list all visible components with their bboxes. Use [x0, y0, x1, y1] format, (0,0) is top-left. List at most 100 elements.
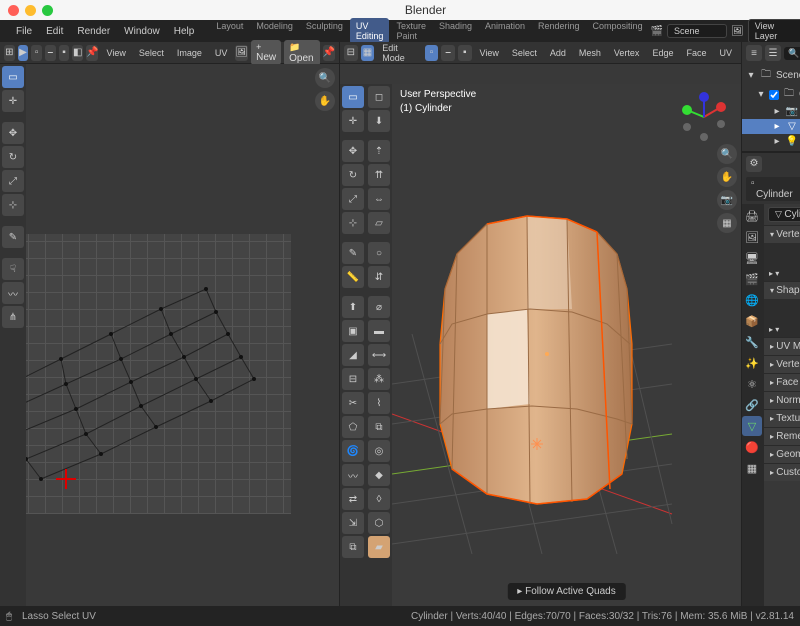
tab-viewlayer[interactable]: 🖥 — [742, 248, 762, 268]
tool-measure[interactable]: 📏 — [342, 266, 364, 288]
collection-checkbox[interactable] — [769, 90, 779, 100]
tool-duplicate[interactable]: ⧉ — [368, 416, 390, 438]
new-image-button[interactable]: + New — [251, 40, 281, 65]
tree-collection[interactable]: ▾🗀Collection 👁 — [742, 85, 800, 104]
tool-more1[interactable]: ◆ — [368, 464, 390, 486]
uv-selmode-vertex-icon[interactable]: ▫ — [31, 45, 42, 61]
uv-sync-icon[interactable]: ▶ — [18, 45, 29, 61]
viewport-3d[interactable]: User Perspective (1) Cylinder 🔍 ✋ 📷 ▦ — [392, 84, 741, 606]
tool-vertex-slide[interactable]: ⟷ — [368, 344, 390, 366]
tool-select[interactable]: ▭ — [342, 86, 364, 108]
uv-menu-select[interactable]: Select — [134, 48, 169, 58]
panel-texture-space[interactable]: Texture Space — [764, 409, 800, 427]
tool-annotate-3d[interactable]: ✎ — [342, 242, 364, 264]
editor-type-icon[interactable]: ⊞ — [4, 45, 15, 61]
viewlayer-field[interactable]: View Layer — [748, 19, 800, 43]
tool-annotate[interactable]: ✎ — [2, 226, 24, 248]
tool-transform-3d[interactable]: ⊹ — [342, 212, 364, 234]
tool-rotate[interactable]: ↻ — [2, 146, 24, 168]
tool-screw[interactable]: ⌇ — [368, 392, 390, 414]
menu-edit[interactable]: Edit — [40, 24, 69, 39]
tab-modifiers[interactable]: 🔧 — [742, 332, 762, 352]
tool-loopcut[interactable]: ⊟ — [342, 368, 364, 390]
tool-more3[interactable]: ⬡ — [368, 512, 390, 534]
tab-object[interactable]: 📦 — [742, 311, 762, 331]
mesh-name-field[interactable]: ▽ Cylinder — [768, 207, 800, 222]
ws-animation[interactable]: Animation — [479, 18, 531, 44]
uv-selmode-edge-icon[interactable]: ⎯ — [45, 45, 56, 61]
outliner-search[interactable]: 🔍 — [784, 47, 800, 60]
ws-texture-paint[interactable]: Texture Paint — [390, 18, 432, 44]
panel-shape-keys[interactable]: Shape Keys — [764, 281, 800, 299]
tool-move-3d[interactable]: ✥ — [342, 140, 364, 162]
pin-icon[interactable]: 📌 — [323, 45, 335, 61]
crumb-object[interactable]: ▫ Cylinder — [746, 177, 800, 201]
tool-cursor-3d[interactable]: ✛ — [342, 110, 364, 132]
tool-pinch[interactable]: ⋔ — [2, 306, 24, 328]
uv-pan-icon[interactable]: ✋ — [315, 91, 335, 111]
vp-menu-select[interactable]: Select — [507, 48, 542, 58]
vp-menu-vertex[interactable]: Vertex — [609, 48, 645, 58]
tool-offset-edge[interactable]: ⇔ — [368, 188, 390, 210]
maximize-window-button[interactable] — [42, 5, 53, 16]
menu-file[interactable]: File — [10, 24, 38, 39]
tree-item-light[interactable]: ▸💡Light 👁 — [742, 134, 800, 149]
scene-field[interactable]: Scene — [667, 24, 727, 38]
uv-menu-view[interactable]: View — [101, 48, 130, 58]
tab-output[interactable]: 🖼 — [742, 227, 762, 247]
tool-inset[interactable]: ▣ — [342, 320, 364, 342]
open-image-button[interactable]: 📁 Open — [284, 40, 319, 66]
uv-viewport[interactable]: 🔍 ✋ — [26, 64, 339, 606]
tool-select-box[interactable]: ▭ — [2, 66, 24, 88]
tool-relax[interactable]: 〰 — [2, 282, 24, 304]
minimize-window-button[interactable] — [25, 5, 36, 16]
outliner-display-icon[interactable]: ☰ — [765, 45, 781, 61]
uv-selmode-face-icon[interactable]: ▪ — [59, 45, 70, 61]
tab-world[interactable]: 🌐 — [742, 290, 762, 310]
tab-physics[interactable]: ⚛ — [742, 374, 762, 394]
uv-menu-uv[interactable]: UV — [210, 48, 233, 58]
tool-transform[interactable]: ⊹ — [2, 194, 24, 216]
tool-extrude-normal[interactable]: ⇡ — [368, 140, 390, 162]
vp-menu-uv[interactable]: UV — [714, 48, 737, 58]
panel-vertex-groups[interactable]: Vertex Groups — [764, 225, 800, 243]
vp-menu-face[interactable]: Face — [681, 48, 711, 58]
tool-extrude-manifold[interactable]: ⬇ — [368, 110, 390, 132]
tab-texture[interactable]: ▦ — [742, 458, 762, 478]
uv-selmode-island-icon[interactable]: ◧ — [72, 45, 83, 61]
tree-scene-collection[interactable]: ▾🗀Scene Collection — [742, 66, 800, 85]
tool-shear[interactable]: ▱ — [368, 212, 390, 234]
tool-bisect[interactable]: ⌀ — [368, 296, 390, 318]
image-slot-icon[interactable]: 🖼 — [235, 45, 248, 61]
tool-knife[interactable]: ✂ — [342, 392, 364, 414]
tool-rip[interactable]: ⧉ — [342, 536, 364, 558]
vp-menu-add[interactable]: Add — [545, 48, 571, 58]
mode-icon[interactable]: ▦ — [361, 45, 375, 61]
uv-sticky-icon[interactable]: 📌 — [86, 45, 98, 61]
tool-rotate-3d[interactable]: ↻ — [342, 164, 364, 186]
tool-move[interactable]: ✥ — [2, 122, 24, 144]
editor-type-3d-icon[interactable]: ⊟ — [344, 45, 358, 61]
tool-grab[interactable]: ☟ — [2, 258, 24, 280]
operator-hint[interactable]: ▸ Follow Active Quads — [507, 583, 625, 600]
tree-item-cylinder[interactable]: ▸▽Cylinder 👁 — [742, 119, 800, 134]
ws-shading[interactable]: Shading — [433, 18, 478, 44]
tool-extrude-individual[interactable]: ⇈ — [368, 164, 390, 186]
ws-uv-editing[interactable]: UV Editing — [350, 18, 390, 44]
selmode-face-icon[interactable]: ▪ — [458, 45, 472, 61]
tool-add-cube[interactable]: ◻ — [368, 86, 390, 108]
tab-scene[interactable]: 🎬 — [742, 269, 762, 289]
tool-pushpull[interactable]: ⇵ — [368, 266, 390, 288]
menu-render[interactable]: Render — [71, 24, 116, 39]
ws-layout[interactable]: Layout — [210, 18, 249, 44]
panel-geometry-data[interactable]: Geometry Data — [764, 445, 800, 463]
tool-more2[interactable]: ◊ — [368, 488, 390, 510]
tool-shrink[interactable]: ⇲ — [342, 512, 364, 534]
panel-uv-maps[interactable]: UV Maps — [764, 337, 800, 355]
panel-remesh[interactable]: Remesh — [764, 427, 800, 445]
tab-data[interactable]: ▽ — [742, 416, 762, 436]
uv-zoom-icon[interactable]: 🔍 — [315, 68, 335, 88]
tool-fill[interactable]: ▬ — [368, 320, 390, 342]
ws-compositing[interactable]: Compositing — [587, 18, 649, 44]
vp-menu-mesh[interactable]: Mesh — [574, 48, 606, 58]
